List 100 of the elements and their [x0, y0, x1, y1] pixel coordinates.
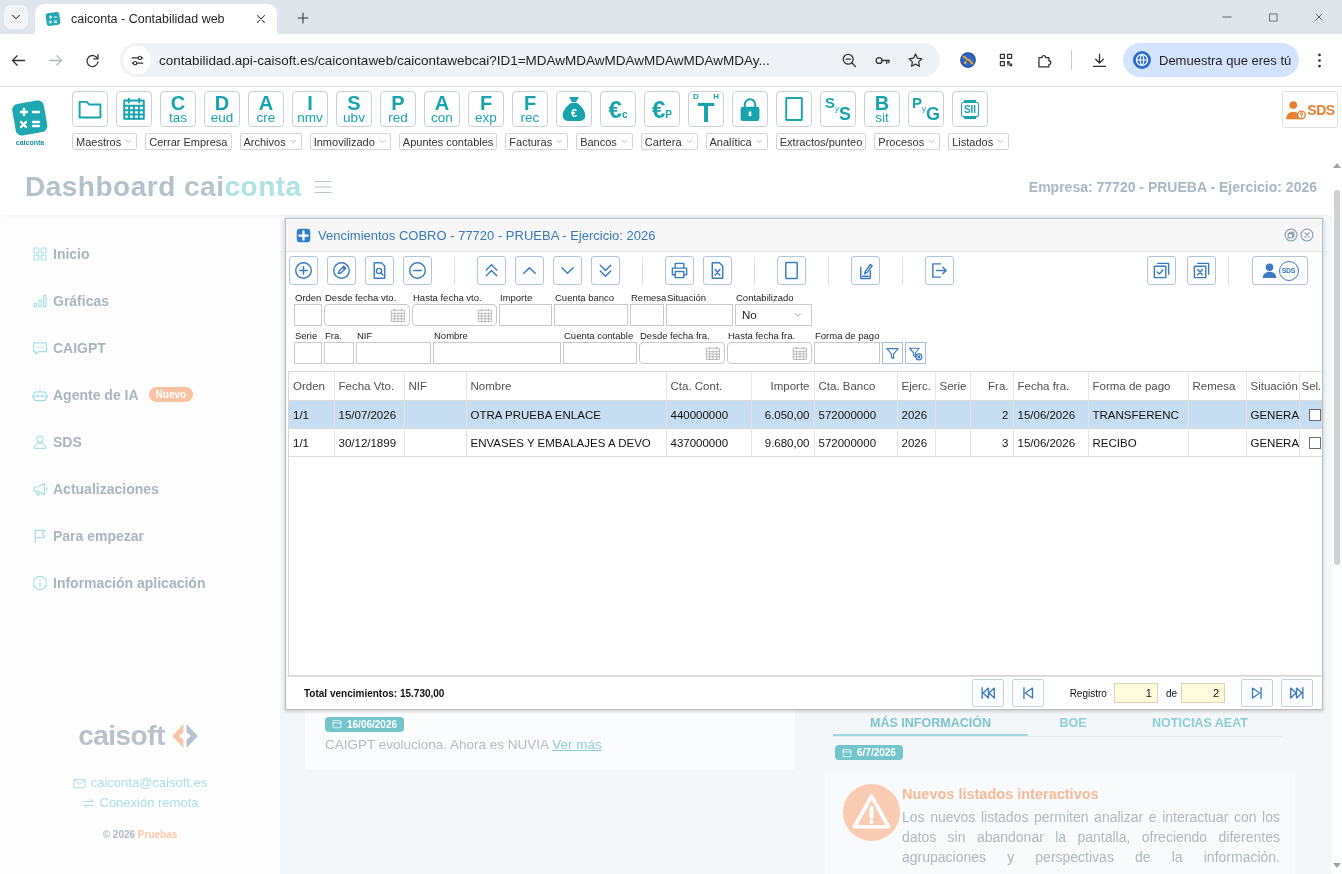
- globe-icon[interactable]: [959, 51, 977, 69]
- check-all-button[interactable]: [1147, 256, 1176, 285]
- first-button[interactable]: [477, 256, 506, 285]
- calculator-icon: [45, 11, 61, 27]
- view-button[interactable]: [365, 256, 394, 285]
- print-button[interactable]: [665, 256, 694, 285]
- previous-button[interactable]: [515, 256, 544, 285]
- text-field[interactable]: [814, 342, 880, 364]
- date-field[interactable]: [324, 304, 410, 326]
- warning-icon: [843, 784, 900, 841]
- menu-button[interactable]: Listados: [948, 133, 1010, 150]
- star-icon[interactable]: [906, 51, 924, 69]
- column-header[interactable]: Ejerc.: [897, 372, 935, 401]
- date-field[interactable]: [412, 304, 497, 326]
- toolbar-button[interactable]: [72, 91, 108, 127]
- restore-icon[interactable]: [1284, 228, 1298, 242]
- column-header[interactable]: Situación: [1246, 372, 1299, 401]
- menu-button[interactable]: Inmovilizado: [309, 133, 391, 150]
- filter-button[interactable]: [882, 342, 903, 364]
- menu-button[interactable]: Cartera: [640, 133, 698, 150]
- uncheck-all-button[interactable]: [1187, 256, 1216, 285]
- table-row[interactable]: 1/1 30/12/1899 ENVASES Y EMBALAJES A DEVO 437000000 9.680,00 572000000 2026 3 15/06/2026 RECIBO GENERA: [289, 428, 1322, 457]
- reload-icon: [83, 51, 101, 69]
- column-header[interactable]: Sel.: [1299, 372, 1322, 401]
- menu-button[interactable]: Facturas: [505, 133, 569, 150]
- excel-button[interactable]: [703, 256, 732, 285]
- column-header[interactable]: Fecha Vto.: [334, 372, 404, 401]
- blank-page-button[interactable]: [777, 256, 806, 285]
- table-cell: 1/1: [289, 428, 334, 457]
- row-checkbox[interactable]: [1308, 436, 1321, 449]
- sign-button[interactable]: [851, 256, 880, 285]
- profile-button[interactable]: Demuestra que eres tú: [1123, 43, 1299, 77]
- menu-button[interactable]: Cerrar Empresa: [145, 133, 232, 150]
- field-label: Importe: [499, 292, 534, 304]
- text-field[interactable]: [294, 304, 322, 326]
- column-header[interactable]: Importe: [751, 372, 814, 401]
- column-header[interactable]: NIF: [404, 372, 466, 401]
- qr-code-icon[interactable]: [998, 52, 1014, 68]
- text-field[interactable]: [666, 304, 733, 326]
- first-record-button[interactable]: [971, 679, 1004, 707]
- date-field[interactable]: [727, 342, 812, 364]
- next-button[interactable]: [553, 256, 582, 285]
- download-icon[interactable]: [1090, 51, 1108, 69]
- export-button[interactable]: [925, 256, 954, 285]
- current-record-field[interactable]: 1: [1113, 683, 1158, 703]
- tab-search-button[interactable]: [4, 5, 28, 29]
- text-field[interactable]: [630, 304, 664, 326]
- column-header[interactable]: Forma de pago: [1088, 372, 1188, 401]
- toolbar-button[interactable]: [116, 91, 152, 127]
- chevron-down-icon: [684, 137, 694, 146]
- last-button[interactable]: [591, 256, 620, 285]
- column-header[interactable]: Fra.: [970, 372, 1013, 401]
- swap-arrows-icon: [81, 796, 95, 810]
- field-label: Desde fecha fra.: [639, 330, 711, 342]
- next-record-button[interactable]: [1241, 679, 1273, 707]
- menu-button[interactable]: Bancos: [576, 133, 633, 150]
- text-field[interactable]: [294, 342, 322, 364]
- dropdown-field[interactable]: No: [735, 304, 812, 326]
- column-header[interactable]: Serie: [935, 372, 970, 401]
- menu-button[interactable]: Procesos: [874, 133, 941, 150]
- table-cell: ENVASES Y EMBALAJES A DEVO: [466, 428, 666, 457]
- column-header[interactable]: Fecha fra.: [1013, 372, 1088, 401]
- column-header[interactable]: Cta. Banco: [814, 372, 897, 401]
- text-field[interactable]: [554, 304, 628, 326]
- maximize-icon: [1267, 11, 1279, 23]
- text-field[interactable]: [324, 342, 354, 364]
- text-field[interactable]: [433, 342, 561, 364]
- toolbar-button[interactable]: [732, 91, 768, 127]
- clear-filter-button[interactable]: [905, 342, 926, 364]
- text-field[interactable]: [356, 342, 431, 364]
- table-row[interactable]: 1/1 15/07/2026 OTRA PRUEBA ENLACE 440000000 6.050,00 572000000 2026 2 15/06/2026 TRANSFERENC GENERA: [289, 400, 1322, 429]
- date-field[interactable]: [639, 342, 725, 364]
- column-header[interactable]: Cta. Cont.: [666, 372, 751, 401]
- person-icon: [32, 433, 48, 450]
- close-icon[interactable]: [254, 12, 268, 26]
- address-bar[interactable]: contabilidad.api-caisoft.es/caicontaweb/caicontawebcai?ID1=MDAwMDAwMDAwMDAwMDAwMDAy...: [120, 43, 940, 77]
- zoom-out-icon[interactable]: [840, 51, 858, 69]
- row-checkbox[interactable]: [1308, 408, 1321, 421]
- text-field[interactable]: [563, 342, 637, 364]
- last-record-button[interactable]: [1281, 679, 1313, 707]
- remove-button[interactable]: [403, 256, 432, 285]
- page-icon: [782, 261, 801, 280]
- site-info-button[interactable]: [123, 46, 151, 74]
- menu-button[interactable]: Extractos/punteo: [775, 133, 867, 150]
- menu-button[interactable]: Analítica: [705, 133, 768, 150]
- date-badge: 16/06/2026: [325, 716, 405, 732]
- toolbar-button[interactable]: [776, 91, 812, 127]
- menu-button[interactable]: Apuntes contables: [398, 133, 498, 150]
- menu-button[interactable]: Archivos: [239, 133, 302, 150]
- menu-button[interactable]: Maestros: [72, 133, 138, 150]
- edit-button[interactable]: [327, 256, 356, 285]
- skip-last-icon: [1288, 684, 1306, 702]
- column-header[interactable]: Orden: [289, 372, 334, 401]
- text-field[interactable]: [499, 304, 552, 326]
- previous-record-button[interactable]: [1011, 679, 1044, 707]
- column-header[interactable]: Remesa: [1188, 372, 1246, 401]
- add-button[interactable]: [289, 256, 318, 285]
- browser-tab[interactable]: caiconta - Contabilidad web: [35, 4, 277, 34]
- column-header[interactable]: Nombre: [466, 372, 666, 401]
- brand-logo-text: caisoft: [78, 721, 165, 751]
